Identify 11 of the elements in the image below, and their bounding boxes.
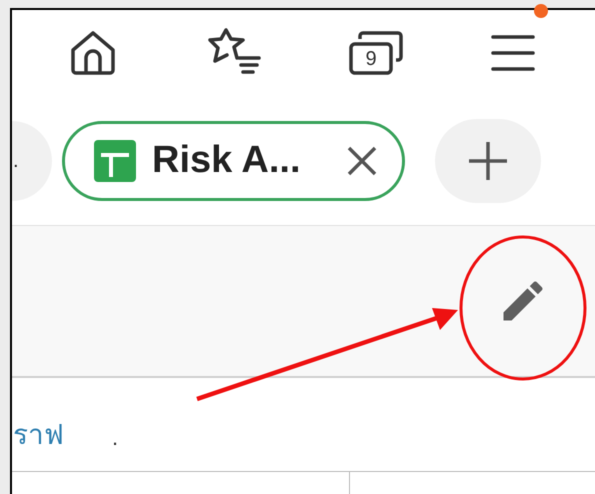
close-icon[interactable]	[346, 144, 378, 176]
tab-title: Risk A...	[152, 138, 301, 183]
link[interactable]: ราฟ	[13, 421, 64, 449]
plus-icon	[467, 140, 509, 182]
browser-tab[interactable]: .	[12, 120, 52, 200]
browser-tab[interactable]: Risk A...	[62, 120, 405, 200]
menu-icon[interactable]	[490, 33, 536, 73]
spreadsheet-icon	[94, 140, 136, 182]
home-icon[interactable]	[69, 30, 117, 76]
tab-title: .	[13, 150, 19, 170]
content-text: .	[112, 427, 118, 449]
